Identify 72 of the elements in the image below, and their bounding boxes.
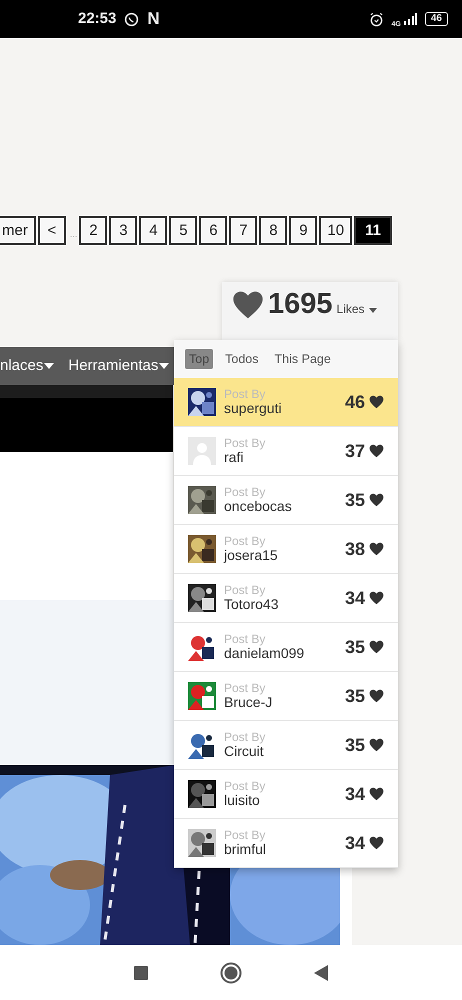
username[interactable]: superguti bbox=[224, 400, 282, 416]
heart-icon[interactable] bbox=[369, 689, 384, 703]
post-caption: Post By bbox=[224, 388, 266, 401]
recents-icon[interactable] bbox=[134, 966, 148, 980]
menu-item[interactable]: nlaces bbox=[0, 354, 54, 378]
page-button[interactable]: 7 bbox=[229, 216, 258, 245]
post-caption: Post By bbox=[224, 486, 266, 499]
page-button[interactable]: 9 bbox=[289, 216, 318, 245]
username[interactable]: danielam099 bbox=[224, 646, 304, 662]
post-caption: Post By bbox=[224, 436, 266, 450]
username[interactable]: Bruce-J bbox=[224, 694, 272, 710]
pagination-ellipsis: ... bbox=[70, 228, 78, 240]
post-caption: Post By bbox=[224, 534, 266, 548]
like-count: 37 bbox=[344, 440, 365, 462]
page-button[interactable]: 4 bbox=[139, 216, 168, 245]
post-row[interactable]: Post By josera15 38 bbox=[174, 525, 398, 574]
post-row[interactable]: Post By Totoro43 34 bbox=[174, 574, 398, 623]
filter-tab[interactable]: Todos bbox=[221, 348, 263, 370]
heart-icon[interactable] bbox=[369, 444, 384, 458]
back-icon[interactable] bbox=[314, 964, 328, 980]
heart-icon[interactable] bbox=[369, 591, 384, 605]
post-row[interactable]: Post By Bruce-J 35 bbox=[174, 672, 398, 721]
status-time: 22:53 bbox=[78, 8, 116, 29]
heart-icon[interactable] bbox=[369, 738, 384, 752]
post-caption: Post By bbox=[224, 632, 266, 646]
heart-icon[interactable] bbox=[369, 542, 384, 556]
username[interactable]: oncebocas bbox=[224, 498, 292, 514]
like-count: 46 bbox=[344, 390, 365, 414]
like-count: 34 bbox=[344, 782, 365, 806]
post-caption: Post By bbox=[224, 584, 266, 597]
likes-dropdown[interactable]: Likes bbox=[336, 300, 377, 318]
likes-total: 1695 bbox=[268, 290, 333, 319]
heart-icon[interactable] bbox=[369, 493, 384, 507]
heart-icon[interactable] bbox=[369, 836, 384, 850]
username[interactable]: josera15 bbox=[224, 548, 278, 564]
heart-icon[interactable] bbox=[369, 640, 384, 654]
like-count: 38 bbox=[344, 538, 365, 560]
post-caption: Post By bbox=[224, 682, 266, 695]
post-row[interactable]: Post By danielam099 35 bbox=[174, 623, 398, 672]
page-button[interactable]: mer bbox=[0, 216, 36, 245]
post-row[interactable]: Post By oncebocas 35 bbox=[174, 476, 398, 525]
like-count: 34 bbox=[344, 832, 365, 854]
page-button[interactable]: 3 bbox=[109, 216, 138, 245]
alarm-icon bbox=[368, 12, 384, 26]
page-button[interactable]: 2 bbox=[79, 216, 108, 245]
heart-icon bbox=[232, 290, 264, 320]
page-button[interactable]: < bbox=[38, 216, 66, 245]
like-count: 35 bbox=[344, 636, 365, 658]
filter-tab[interactable]: This Page bbox=[270, 348, 335, 370]
signal-icon bbox=[402, 13, 417, 25]
post-row[interactable]: Post By Circuit 35 bbox=[174, 721, 398, 770]
like-count: 35 bbox=[344, 734, 365, 756]
username[interactable]: rafi bbox=[224, 450, 266, 466]
post-caption: Post By bbox=[224, 730, 266, 744]
page-button[interactable]: 11 bbox=[354, 216, 392, 245]
post-row[interactable]: Post By rafi 37 bbox=[174, 427, 398, 476]
home-icon[interactable] bbox=[220, 962, 242, 984]
like-count: 35 bbox=[344, 684, 365, 708]
chat-icon bbox=[124, 12, 140, 26]
highlighted-row[interactable]: Post By superguti 46 bbox=[174, 378, 398, 427]
heart-icon[interactable] bbox=[369, 395, 384, 409]
heart-icon[interactable] bbox=[369, 787, 384, 801]
page-button[interactable]: 5 bbox=[169, 216, 198, 245]
page-button[interactable]: 10 bbox=[319, 216, 352, 245]
battery-level: 46 bbox=[424, 12, 448, 26]
notification-letter: N bbox=[147, 8, 160, 30]
like-count: 35 bbox=[344, 488, 365, 512]
username[interactable]: Circuit bbox=[224, 744, 266, 760]
username[interactable]: Totoro43 bbox=[224, 596, 278, 612]
page-button[interactable]: 8 bbox=[259, 216, 288, 245]
like-count: 34 bbox=[344, 586, 365, 610]
page-button[interactable]: 6 bbox=[199, 216, 228, 245]
